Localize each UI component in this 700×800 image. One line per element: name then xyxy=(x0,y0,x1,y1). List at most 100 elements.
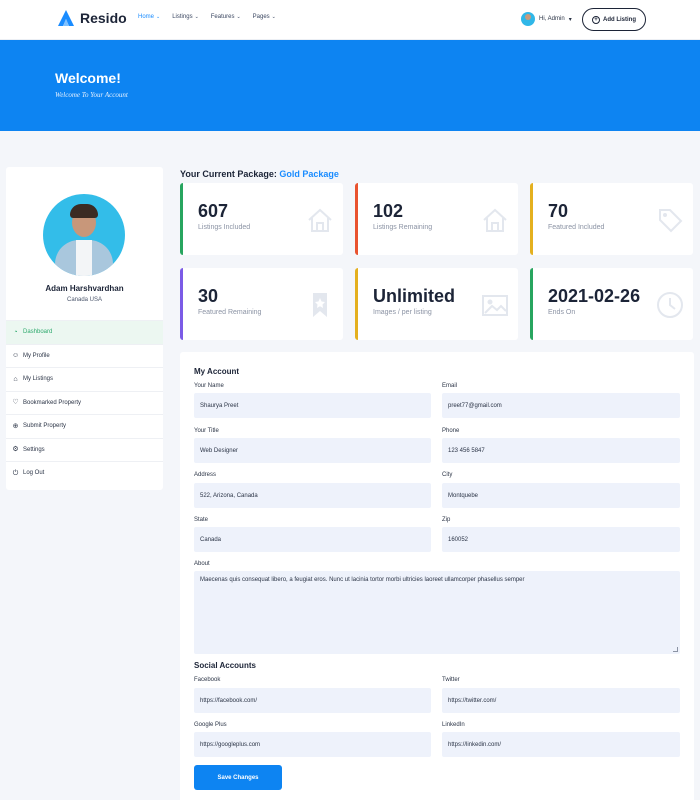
address-field[interactable]: 522, Arizona, Canada xyxy=(194,483,431,508)
image-icon xyxy=(482,295,508,316)
profile-name: Adam Harshvardhan xyxy=(45,284,124,293)
sidebar-item-label: Settings xyxy=(23,446,45,453)
phone-label: Phone xyxy=(442,428,460,434)
sidebar-item-log-out[interactable]: ⏻ Log Out xyxy=(6,461,163,485)
dashboard-icon: ◔ xyxy=(13,328,18,336)
sidebar-item-label: Bookmarked Property xyxy=(23,399,82,406)
gear-icon: ⚙ xyxy=(12,446,19,454)
house-icon xyxy=(483,208,507,232)
sidebar-item-submit-property[interactable]: ⊕ Submit Property xyxy=(6,414,163,438)
nav-features[interactable]: Features ⌄ xyxy=(211,14,241,20)
add-listing-label: Add Listing xyxy=(603,16,636,23)
about-text: Maecenas quis consequat libero, a feugia… xyxy=(200,577,525,583)
googleplus-label: Google Plus xyxy=(194,722,227,728)
twitter-label: Twitter xyxy=(442,677,460,683)
title-field[interactable]: Web Designer xyxy=(194,438,431,463)
user-menu[interactable]: Hi, Admin ▾ xyxy=(521,12,572,26)
sidebar-item-label: My Profile xyxy=(23,352,50,359)
twitter-field[interactable]: https://twitter.com/ xyxy=(442,688,680,713)
sidebar-item-dashboard[interactable]: ◔ Dashboard xyxy=(6,320,163,344)
heart-icon: ♡ xyxy=(12,399,19,407)
city-field[interactable]: Montquebe xyxy=(442,483,680,508)
house-icon xyxy=(308,208,332,232)
stat-label: Featured Remaining xyxy=(198,309,262,316)
listings-icon: ⌂ xyxy=(13,375,18,383)
sidebar-item-label: Dashboard xyxy=(23,329,53,336)
package-name: Gold Package xyxy=(279,169,339,179)
save-changes-button[interactable]: Save Changes xyxy=(194,765,282,790)
user-icon: ☺ xyxy=(12,352,20,360)
email-field[interactable]: preet77@gmail.com xyxy=(442,393,680,418)
resize-handle-icon[interactable] xyxy=(673,647,678,652)
nav-listings-label: Listings xyxy=(172,14,193,20)
stat-value: 607 xyxy=(198,201,229,221)
stat-card-listings-remaining: 102 Listings Remaining xyxy=(355,183,518,255)
stat-label: Featured Included xyxy=(548,224,605,231)
main-nav: Home ⌄ Listings ⌄ Features ⌄ Pages ⌄ xyxy=(138,14,276,20)
stat-label: Listings Remaining xyxy=(373,224,433,231)
sidebar-item-settings[interactable]: ⚙ Settings xyxy=(6,437,163,462)
current-package-title: Your Current Package: Gold Package xyxy=(180,169,339,179)
sidebar-item-bookmarked[interactable]: ♡ Bookmarked Property xyxy=(6,390,163,415)
linkedin-field[interactable]: https://linkedin.com/ xyxy=(442,732,680,757)
nav-pages[interactable]: Pages ⌄ xyxy=(253,14,276,20)
banner-title: Welcome! xyxy=(55,70,121,86)
chevron-down-icon: ⌄ xyxy=(236,14,241,20)
avatar xyxy=(521,12,535,26)
profile-avatar xyxy=(43,194,125,276)
plus-circle-icon: ⊕ xyxy=(12,422,19,430)
zip-label: Zip xyxy=(442,517,451,523)
phone-field[interactable]: 123 456 5847 xyxy=(442,438,680,463)
brand-name: Resido xyxy=(80,10,127,26)
linkedin-label: LinkedIn xyxy=(442,722,465,728)
googleplus-field[interactable]: https://googleplus.com xyxy=(194,732,431,757)
name-field[interactable]: Shaurya Preet xyxy=(194,393,431,418)
facebook-label: Facebook xyxy=(194,677,221,683)
chevron-down-icon: ⌄ xyxy=(194,14,199,20)
plus-circle-icon: + xyxy=(592,15,600,24)
nav-listings[interactable]: Listings ⌄ xyxy=(172,14,199,20)
top-navbar: Resido Home ⌄ Listings ⌄ Features ⌄ Pages ⌄ … xyxy=(0,0,700,40)
sidebar-item-my-listings[interactable]: ⌂ My Listings xyxy=(6,367,163,391)
stat-label: Ends On xyxy=(548,309,576,316)
about-textarea[interactable]: Maecenas quis consequat libero, a feugia… xyxy=(194,571,680,654)
nav-features-label: Features xyxy=(210,14,235,20)
bookmark-icon xyxy=(313,293,327,317)
nav-home-label: Home xyxy=(138,14,155,20)
stat-value: 2021-02-26 xyxy=(548,286,641,306)
stat-card-ends-on: 2021-02-26 Ends On xyxy=(530,268,693,340)
address-label: Address xyxy=(194,472,217,478)
nav-home[interactable]: Home ⌄ xyxy=(138,14,160,20)
account-panel: My Account Your Name Shaurya Preet Email… xyxy=(180,352,694,800)
zip-field[interactable]: 160052 xyxy=(442,527,680,552)
add-listing-button[interactable]: + Add Listing xyxy=(582,8,646,31)
stat-label: Images / per listing xyxy=(373,309,432,316)
stat-value: 70 xyxy=(548,201,569,221)
facebook-field[interactable]: https://facebook.com/ xyxy=(194,688,431,713)
package-prefix: Your Current Package: xyxy=(180,169,280,179)
chevron-down-icon: ⌄ xyxy=(156,14,161,20)
user-greeting: Hi, Admin xyxy=(539,16,565,22)
caret-down-icon: ▾ xyxy=(568,16,572,23)
stat-label: Listings Included xyxy=(198,224,251,231)
stat-card-featured-remaining: 30 Featured Remaining xyxy=(180,268,343,340)
resido-logo-icon xyxy=(58,10,74,26)
sidebar-item-label: Log Out xyxy=(23,470,45,477)
brand-logo[interactable]: Resido xyxy=(57,9,127,27)
chevron-down-icon: ⌄ xyxy=(271,14,276,20)
state-field[interactable]: Canada xyxy=(194,527,431,552)
sidebar-item-label: My Listings xyxy=(23,376,54,383)
avatar-tee xyxy=(76,240,92,276)
stat-card-listings-included: 607 Listings Included xyxy=(180,183,343,255)
welcome-banner: Welcome! Welcome To Your Account xyxy=(0,40,700,131)
my-account-heading: My Account xyxy=(194,367,240,376)
profile-sidebar: Adam Harshvardhan Canada USA ◔ Dashboard… xyxy=(6,167,163,490)
email-label: Email xyxy=(442,383,458,389)
stat-value: Unlimited xyxy=(373,286,456,306)
state-label: State xyxy=(194,517,209,523)
sidebar-item-my-profile[interactable]: ☺ My Profile xyxy=(6,343,163,368)
sidebar-menu: ◔ Dashboard ☺ My Profile ⌂ My Listings ♡… xyxy=(6,320,163,485)
avatar-hair xyxy=(70,204,98,218)
stat-value: 30 xyxy=(198,286,219,306)
nav-pages-label: Pages xyxy=(252,14,270,20)
